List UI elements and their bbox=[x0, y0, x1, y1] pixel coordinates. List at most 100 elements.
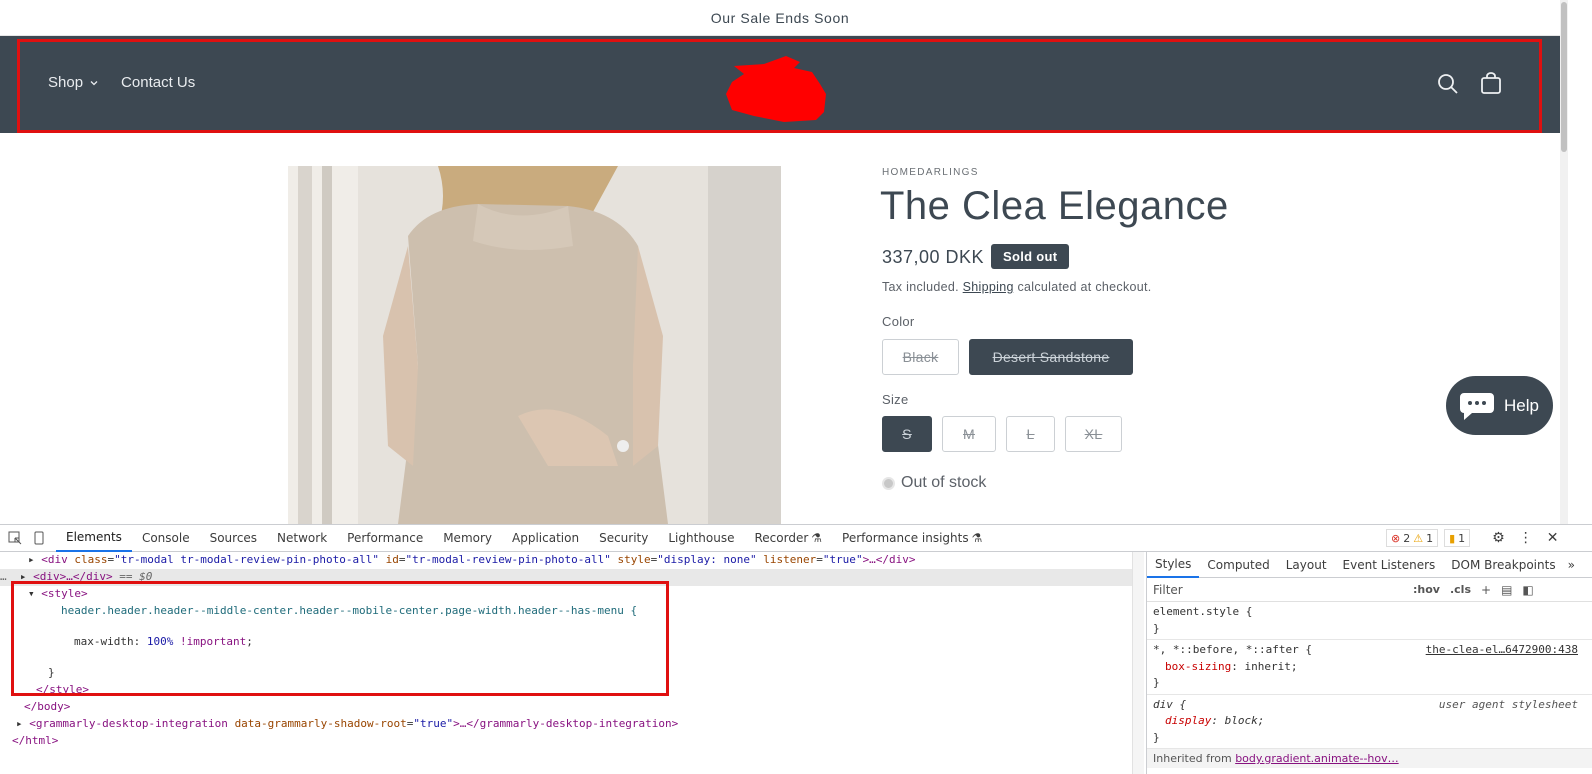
error-count: 2 bbox=[1403, 531, 1411, 545]
device-toolbar-icon[interactable] bbox=[32, 531, 46, 545]
inherited-from-row: Inherited from body.gradient.animate--ho… bbox=[1147, 749, 1592, 768]
dom-html-close-tag: </html> bbox=[12, 734, 59, 747]
tab-performance[interactable]: Performance bbox=[337, 525, 433, 552]
nav-shop-label: Shop bbox=[48, 74, 84, 91]
styles-pane: Styles Computed Layout Event Listeners D… bbox=[1146, 552, 1592, 774]
css-prop-value: block bbox=[1224, 714, 1258, 727]
tab-recorder[interactable]: Recorder ⚗ bbox=[745, 525, 833, 552]
inherited-from-link[interactable]: body.gradient.animate--hov… bbox=[1235, 752, 1398, 765]
dom-line-style-close[interactable]: </style> bbox=[36, 682, 89, 699]
size-option-s[interactable]: S bbox=[882, 416, 932, 452]
dom-selected-marker: == $0 bbox=[119, 570, 153, 583]
search-icon[interactable] bbox=[1436, 72, 1460, 96]
tab-computed[interactable]: Computed bbox=[1199, 552, 1277, 578]
more-tabs-icon[interactable]: » bbox=[1568, 558, 1575, 572]
page-scrollbar[interactable] bbox=[1560, 0, 1568, 524]
shipping-link[interactable]: Shipping bbox=[963, 280, 1014, 294]
dom-css-prop: max-width bbox=[74, 635, 134, 648]
stock-dot-icon bbox=[882, 476, 895, 490]
tab-recorder-label: Recorder bbox=[754, 531, 809, 545]
product-price: 337,00 DKK bbox=[882, 247, 985, 267]
css-prop-name: box-sizing bbox=[1165, 659, 1232, 673]
devtools-tabbar: Elements Console Sources Network Perform… bbox=[0, 525, 1592, 552]
dom-body-close-tag: </body> bbox=[24, 700, 71, 713]
css-rule-universal[interactable]: the-clea-el…6472900:438 *, *::before, *:… bbox=[1147, 640, 1592, 695]
tab-lighthouse[interactable]: Lighthouse bbox=[658, 525, 744, 552]
css-prop-value: inherit bbox=[1244, 659, 1291, 673]
dom-line-html-close[interactable]: </html> bbox=[12, 733, 58, 750]
more-menu-icon[interactable]: ⋮ bbox=[1519, 530, 1533, 546]
tax-note: Tax included. Shipping calculated at che… bbox=[882, 280, 1152, 294]
dom-scrollbar[interactable] bbox=[1132, 552, 1144, 774]
help-chat-button[interactable]: Help bbox=[1446, 376, 1553, 435]
tab-performance-insights[interactable]: Performance insights ⚗ bbox=[832, 525, 992, 552]
dom-tree: ▸ <div class="tr-modal tr-modal-review-p… bbox=[0, 552, 1132, 774]
error-icon: ⊗ bbox=[1391, 531, 1401, 545]
issues-counter[interactable]: ▮ 1 bbox=[1444, 529, 1471, 547]
color-option-desert-sandstone[interactable]: Desert Sandstone bbox=[969, 339, 1133, 375]
cls-button[interactable]: .cls bbox=[1450, 583, 1471, 596]
product-image[interactable] bbox=[288, 166, 781, 524]
sold-out-badge: Sold out bbox=[991, 244, 1070, 269]
error-warning-counter[interactable]: ⊗ 2 ⚠ 1 bbox=[1386, 529, 1439, 547]
size-option-xl[interactable]: XL bbox=[1065, 416, 1122, 452]
nav-item-contact[interactable]: Contact Us bbox=[121, 74, 195, 91]
tab-security[interactable]: Security bbox=[589, 525, 658, 552]
paint-icon[interactable]: ▤ bbox=[1501, 583, 1512, 597]
main-nav: Shop Contact Us bbox=[48, 74, 195, 91]
size-option-m[interactable]: M bbox=[942, 416, 996, 452]
warning-count: 1 bbox=[1426, 531, 1434, 545]
gear-icon[interactable]: ⚙ bbox=[1492, 530, 1505, 546]
css-rule-element-style[interactable]: element.style { } bbox=[1147, 602, 1592, 640]
dom-css-close: } bbox=[48, 666, 55, 679]
stock-status: Out of stock bbox=[882, 474, 986, 492]
nav-item-shop[interactable]: Shop bbox=[48, 74, 99, 91]
tab-styles[interactable]: Styles bbox=[1147, 552, 1200, 578]
tab-memory[interactable]: Memory bbox=[433, 525, 502, 552]
dom-line-modal[interactable]: ▸ <div class="tr-modal tr-modal-review-p… bbox=[28, 552, 916, 569]
hov-button[interactable]: :hov bbox=[1413, 583, 1440, 596]
sidebar-toggle-icon[interactable]: ◧ bbox=[1522, 583, 1533, 597]
tab-layout[interactable]: Layout bbox=[1278, 552, 1335, 578]
dom-line-style-open[interactable]: ▾ <style> bbox=[28, 586, 88, 603]
tab-elements[interactable]: Elements bbox=[56, 525, 132, 552]
cart-icon[interactable] bbox=[1479, 72, 1503, 96]
tab-network[interactable]: Network bbox=[267, 525, 337, 552]
dom-css-selector-text: header.header.header--middle-center.head… bbox=[61, 604, 638, 617]
dom-style-open-tag: <style> bbox=[41, 587, 88, 600]
dom-tag: div bbox=[47, 553, 68, 566]
tab-sources[interactable]: Sources bbox=[200, 525, 267, 552]
stock-text: Out of stock bbox=[901, 474, 987, 491]
css-prop-row[interactable]: box-sizing: inherit; bbox=[1153, 659, 1586, 676]
devtools-status: ⊗ 2 ⚠ 1 ▮ 1 ⚙ ⋮ ✕ bbox=[1386, 529, 1558, 547]
tab-event-listeners[interactable]: Event Listeners bbox=[1335, 552, 1444, 578]
styles-filter-bar: Filter :hov .cls + ▤ ◧ bbox=[1147, 578, 1592, 602]
warning-icon: ⚠ bbox=[1413, 531, 1424, 545]
inspect-element-icon[interactable] bbox=[8, 531, 22, 545]
css-rule-source-ua: user agent stylesheet bbox=[1438, 697, 1578, 711]
css-rule-div[interactable]: user agent stylesheet div { display: blo… bbox=[1147, 695, 1592, 749]
css-rule-close: } bbox=[1153, 621, 1160, 635]
size-option-l[interactable]: L bbox=[1006, 416, 1055, 452]
color-option-black[interactable]: Black bbox=[882, 339, 959, 375]
dom-line-body-close[interactable]: </body> bbox=[24, 699, 70, 716]
close-icon[interactable]: ✕ bbox=[1547, 530, 1559, 546]
css-rule-source-link[interactable]: the-clea-el…6472900:438 bbox=[1426, 642, 1578, 659]
chevron-down-icon bbox=[90, 80, 98, 85]
logo-redacted[interactable] bbox=[724, 54, 828, 124]
css-prop-row[interactable]: display: block; bbox=[1153, 713, 1586, 730]
dom-selected-div: <div>…</div> bbox=[33, 570, 113, 583]
tab-dom-breakpoints[interactable]: DOM Breakpoints bbox=[1443, 552, 1563, 578]
chat-bubble-icon bbox=[1460, 392, 1494, 420]
css-rule-close: } bbox=[1153, 730, 1160, 744]
dom-style-value: display: none bbox=[663, 553, 750, 566]
add-rule-icon[interactable]: + bbox=[1481, 583, 1491, 597]
tab-performance-insights-label: Performance insights bbox=[842, 531, 969, 545]
dom-css-declaration: max-width: 100% !important; bbox=[74, 635, 253, 648]
dom-line-grammarly[interactable]: ▸ <grammarly-desktop-integration data-gr… bbox=[16, 716, 678, 733]
tab-application[interactable]: Application bbox=[502, 525, 589, 552]
styles-filter-input[interactable]: Filter bbox=[1153, 583, 1397, 597]
page-scrollbar-thumb[interactable] bbox=[1561, 2, 1567, 152]
dom-line-selected[interactable]: … ▸ <div>…</div> == $0 bbox=[0, 569, 1132, 586]
tab-console[interactable]: Console bbox=[132, 525, 200, 552]
